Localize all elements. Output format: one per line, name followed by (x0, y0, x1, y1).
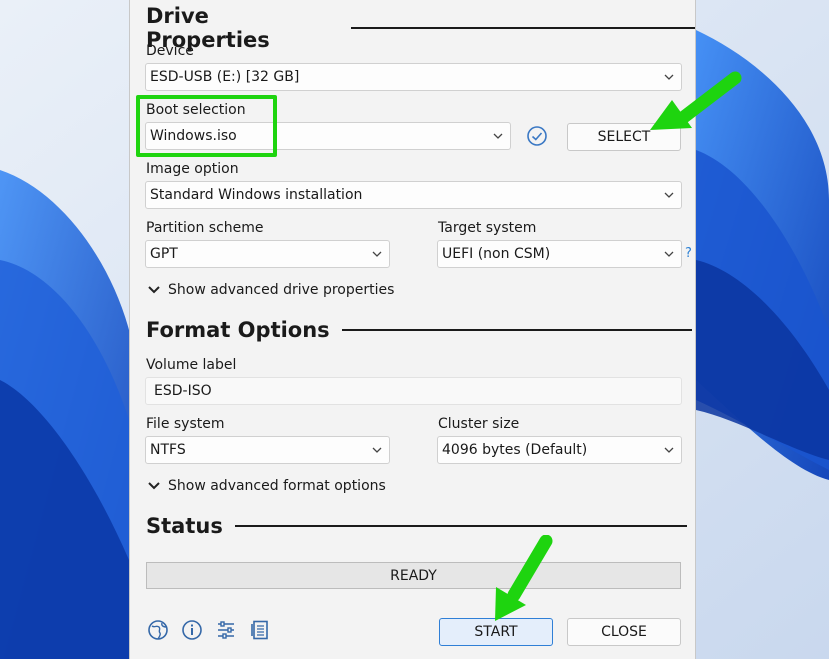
partition-scheme-dropdown[interactable]: GPT (145, 240, 390, 268)
show-advanced-format-toggle[interactable]: Show advanced format options (148, 478, 386, 494)
format-options-title: Format Options (146, 318, 330, 342)
image-option-dropdown[interactable]: Standard Windows installation (145, 181, 682, 209)
log-icon[interactable] (249, 619, 271, 641)
status-title: Status (146, 514, 223, 538)
rufus-dialog: Drive Properties Device ESD-USB (E:) [32… (129, 0, 696, 659)
device-value: ESD-USB (E:) [32 GB] (150, 69, 300, 85)
chevron-down-icon (148, 482, 160, 490)
device-label: Device (146, 43, 194, 59)
check-hash-icon[interactable] (526, 125, 548, 147)
chevron-down-icon (372, 447, 382, 453)
status-progress-bar: READY (146, 562, 681, 589)
status-text: READY (390, 567, 437, 584)
arrow-to-start-annotation (495, 535, 553, 621)
image-option-label: Image option (146, 161, 239, 177)
file-system-label: File system (146, 416, 225, 432)
format-options-heading: Format Options (146, 318, 692, 342)
show-advanced-drive-label: Show advanced drive properties (168, 282, 395, 298)
drive-properties-heading: Drive Properties (146, 4, 695, 52)
target-system-value: UEFI (non CSM) (442, 246, 551, 262)
chevron-down-icon (664, 192, 674, 198)
device-dropdown[interactable]: ESD-USB (E:) [32 GB] (145, 63, 682, 91)
target-system-help-icon[interactable]: ? (685, 246, 692, 261)
target-system-label: Target system (438, 220, 537, 236)
arrow-to-select-annotation (650, 71, 742, 130)
cluster-size-dropdown[interactable]: 4096 bytes (Default) (437, 436, 682, 464)
volume-label-value: ESD-ISO (154, 383, 212, 399)
file-system-dropdown[interactable]: NTFS (145, 436, 390, 464)
status-heading: Status (146, 514, 687, 538)
chevron-down-icon (148, 286, 160, 294)
cluster-size-value: 4096 bytes (Default) (442, 442, 588, 458)
boot-selection-highlight (136, 95, 277, 157)
partition-scheme-label: Partition scheme (146, 220, 264, 236)
volume-label-input[interactable]: ESD-ISO (145, 377, 682, 405)
volume-label-label: Volume label (146, 357, 237, 373)
section-divider (341, 329, 692, 331)
chevron-down-icon (664, 447, 674, 453)
target-system-dropdown[interactable]: UEFI (non CSM) (437, 240, 682, 268)
chevron-down-icon (493, 133, 503, 139)
image-option-value: Standard Windows installation (150, 187, 363, 203)
close-button[interactable]: CLOSE (567, 618, 681, 646)
show-advanced-drive-toggle[interactable]: Show advanced drive properties (148, 282, 394, 298)
file-system-value: NTFS (150, 442, 186, 458)
chevron-down-icon (372, 251, 382, 257)
section-divider (351, 27, 695, 29)
settings-sliders-icon[interactable] (215, 619, 237, 641)
show-advanced-format-label: Show advanced format options (168, 478, 386, 494)
chevron-down-icon (664, 251, 674, 257)
partition-scheme-value: GPT (150, 246, 178, 262)
globe-icon[interactable] (147, 619, 169, 641)
info-icon[interactable] (181, 619, 203, 641)
cluster-size-label: Cluster size (438, 416, 520, 432)
section-divider (234, 525, 687, 527)
